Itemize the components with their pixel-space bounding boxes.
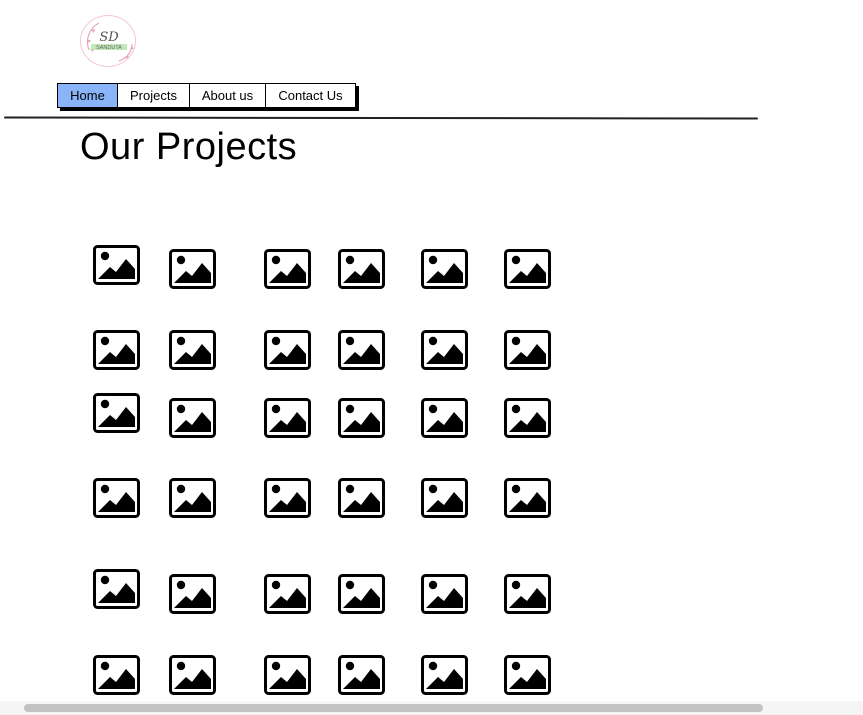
image-placeholder-icon[interactable] [338, 249, 385, 289]
image-placeholder-icon[interactable] [169, 655, 216, 695]
image-placeholder-icon[interactable] [504, 398, 551, 438]
nav-home-button[interactable]: Home [58, 84, 117, 107]
image-placeholder-icon[interactable] [264, 330, 311, 370]
image-placeholder-icon[interactable] [338, 574, 385, 614]
horizontal-scrollbar-thumb[interactable] [24, 704, 763, 712]
image-placeholder-icon[interactable] [264, 478, 311, 518]
main-nav: Home Projects About us Contact Us [57, 83, 356, 108]
image-placeholder-icon[interactable] [504, 655, 551, 695]
image-placeholder-icon[interactable] [504, 574, 551, 614]
image-placeholder-icon[interactable] [264, 398, 311, 438]
image-placeholder-icon[interactable] [169, 398, 216, 438]
image-placeholder-icon[interactable] [93, 245, 140, 285]
image-placeholder-icon[interactable] [93, 330, 140, 370]
image-placeholder-icon[interactable] [421, 655, 468, 695]
header-divider [3, 116, 759, 120]
logo-name: SANDUTA [96, 45, 122, 51]
image-placeholder-icon[interactable] [338, 330, 385, 370]
image-placeholder-icon[interactable] [504, 330, 551, 370]
image-placeholder-icon[interactable] [264, 574, 311, 614]
image-placeholder-icon[interactable] [421, 478, 468, 518]
nav-about-button[interactable]: About us [189, 84, 265, 107]
image-placeholder-icon[interactable] [504, 478, 551, 518]
image-placeholder-icon[interactable] [93, 393, 140, 433]
image-placeholder-icon[interactable] [93, 478, 140, 518]
image-placeholder-icon[interactable] [93, 569, 140, 609]
image-placeholder-icon[interactable] [169, 330, 216, 370]
image-placeholder-icon[interactable] [264, 249, 311, 289]
site-logo[interactable]: SD SANDUTA [80, 15, 136, 67]
logo-initials: SD [99, 30, 119, 45]
image-placeholder-icon[interactable] [338, 655, 385, 695]
floral-wreath-icon: SD SANDUTA [86, 22, 134, 62]
image-placeholder-icon[interactable] [421, 574, 468, 614]
image-placeholder-icon[interactable] [264, 655, 311, 695]
image-placeholder-icon[interactable] [169, 478, 216, 518]
image-placeholder-icon[interactable] [169, 249, 216, 289]
image-placeholder-icon[interactable] [421, 330, 468, 370]
page-title: Our Projects [80, 126, 298, 168]
image-placeholder-icon[interactable] [338, 398, 385, 438]
image-placeholder-icon[interactable] [93, 655, 140, 695]
image-placeholder-icon[interactable] [421, 249, 468, 289]
nav-projects-button[interactable]: Projects [117, 84, 189, 107]
nav-contact-button[interactable]: Contact Us [265, 84, 355, 107]
image-placeholder-icon[interactable] [504, 249, 551, 289]
image-placeholder-icon[interactable] [169, 574, 216, 614]
image-placeholder-icon[interactable] [338, 478, 385, 518]
image-placeholder-icon[interactable] [421, 398, 468, 438]
